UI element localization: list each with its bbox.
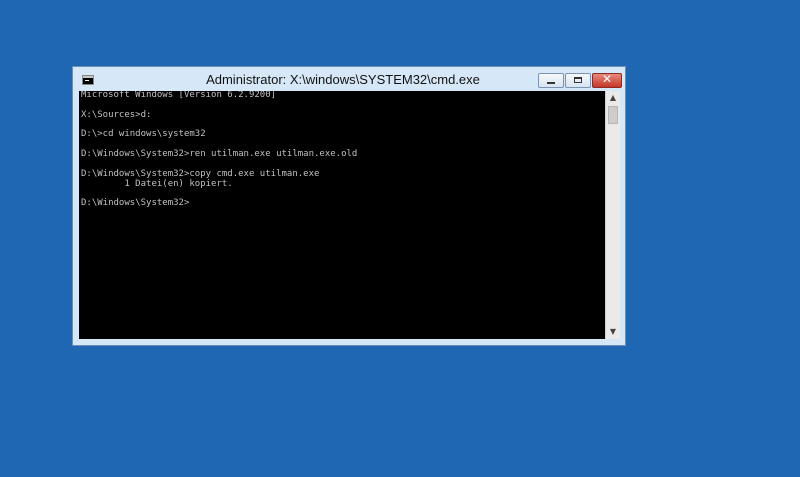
maximize-button[interactable] (565, 73, 591, 88)
console-prompt-line: D:\Windows\System32> (81, 198, 190, 209)
vertical-scrollbar[interactable]: ▲ ▼ (605, 91, 620, 339)
desktop-background: Administrator: X:\windows\SYSTEM32\cmd.e… (0, 0, 800, 477)
console-line: D:\>cd windows\system32 (81, 129, 206, 140)
console-line: X:\Sources>d: (81, 109, 152, 120)
close-icon: ✕ (601, 72, 613, 86)
console-output[interactable]: Microsoft Windows [Version 6.2.9200] X:\… (79, 91, 605, 339)
cmd-window[interactable]: Administrator: X:\windows\SYSTEM32\cmd.e… (72, 66, 626, 346)
scroll-up-arrow-icon[interactable]: ▲ (606, 91, 620, 105)
scroll-thumb[interactable] (608, 106, 618, 124)
minimize-button[interactable] (538, 73, 564, 88)
close-button[interactable]: ✕ (592, 72, 622, 88)
maximize-icon (574, 77, 582, 83)
minimize-icon (547, 82, 555, 84)
console-line: D:\Windows\System32>ren utilman.exe util… (81, 149, 358, 160)
console-line: Microsoft Windows [Version 6.2.9200] (81, 91, 277, 100)
scroll-down-arrow-icon[interactable]: ▼ (606, 325, 620, 339)
title-bar[interactable]: Administrator: X:\windows\SYSTEM32\cmd.e… (73, 67, 625, 92)
console-line: 1 Datei(en) kopiert. (81, 178, 233, 189)
window-title: Administrator: X:\windows\SYSTEM32\cmd.e… (206, 72, 480, 87)
